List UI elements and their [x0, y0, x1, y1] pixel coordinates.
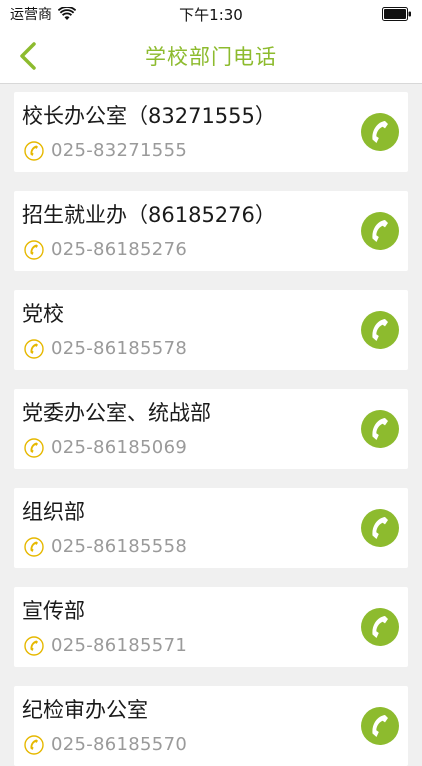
status-bar: 运营商 下午1:30 [0, 0, 422, 28]
phone-row: 025-86185558 [24, 536, 187, 557]
department-name: 招生就业办（86185276） [22, 203, 276, 227]
department-phone: 025-83271555 [51, 140, 188, 161]
call-button[interactable] [360, 211, 400, 251]
department-card[interactable]: 纪检审办公室 025-86185570 [14, 686, 408, 766]
back-button[interactable] [8, 36, 48, 76]
department-card[interactable]: 校长办公室（83271555） 025-83271555 [14, 92, 408, 172]
phone-icon [24, 140, 44, 161]
department-name: 党校 [22, 302, 64, 326]
department-name: 组织部 [22, 500, 85, 524]
department-phone: 025-86185570 [51, 734, 188, 755]
department-phone: 025-86185571 [51, 635, 188, 656]
status-time: 下午1:30 [179, 5, 243, 24]
phone-icon [24, 734, 44, 755]
phone-row: 025-86185571 [24, 635, 187, 656]
phone-icon [24, 635, 44, 656]
chevron-left-icon [20, 42, 36, 70]
phone-icon [24, 437, 44, 458]
phone-row: 025-83271555 [24, 140, 187, 161]
nav-bar: 学校部门电话 [0, 28, 422, 84]
call-button[interactable] [360, 112, 400, 152]
department-card[interactable]: 党校 025-86185578 [14, 290, 408, 370]
department-card[interactable]: 党委办公室、统战部 025-86185069 [14, 389, 408, 469]
department-phone: 025-86185069 [51, 437, 188, 458]
department-name: 宣传部 [22, 599, 85, 623]
phone-icon [24, 338, 44, 359]
department-card[interactable]: 招生就业办（86185276） 025-86185276 [14, 191, 408, 271]
page-title: 学校部门电话 [145, 44, 277, 69]
call-button[interactable] [360, 607, 400, 647]
wifi-icon [58, 7, 76, 20]
department-phone: 025-86185558 [51, 536, 188, 557]
phone-row: 025-86185578 [24, 338, 187, 359]
phone-icon [24, 536, 44, 557]
department-card[interactable]: 组织部 025-86185558 [14, 488, 408, 568]
department-name: 党委办公室、统战部 [22, 401, 211, 425]
status-left: 运营商 [10, 4, 76, 24]
department-name: 校长办公室（83271555） [22, 104, 276, 128]
carrier-label: 运营商 [10, 7, 52, 23]
phone-row: 025-86185069 [24, 437, 187, 458]
phone-row: 025-86185570 [24, 734, 187, 755]
battery-icon [382, 7, 411, 21]
call-button[interactable] [360, 508, 400, 548]
call-button[interactable] [360, 310, 400, 350]
phone-icon [24, 239, 44, 260]
call-button[interactable] [360, 409, 400, 449]
department-phone: 025-86185276 [51, 239, 188, 260]
department-phone: 025-86185578 [51, 338, 188, 359]
call-button[interactable] [360, 706, 400, 746]
department-card[interactable]: 宣传部 025-86185571 [14, 587, 408, 667]
phone-row: 025-86185276 [24, 239, 187, 260]
department-name: 纪检审办公室 [22, 698, 148, 722]
